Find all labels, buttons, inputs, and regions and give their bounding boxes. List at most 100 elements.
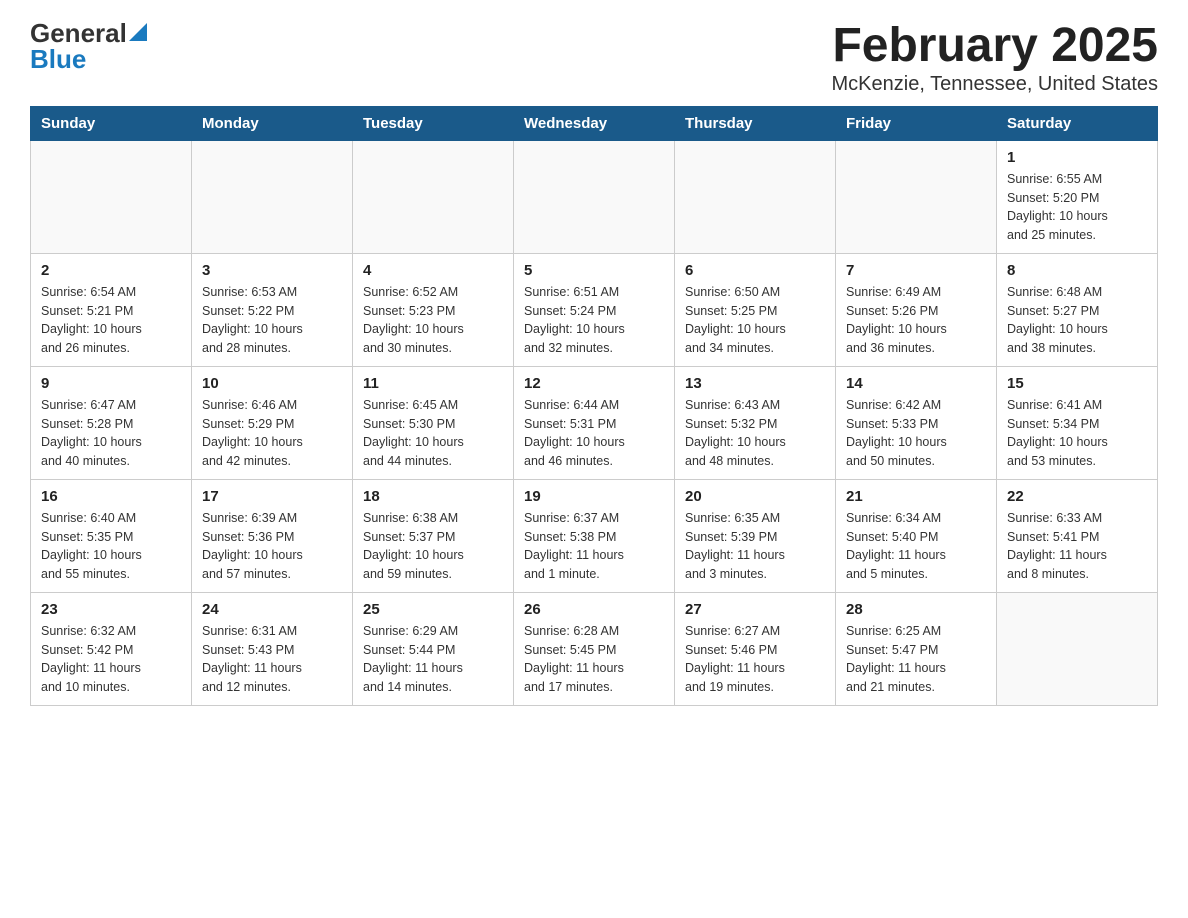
calendar-day: 16 Sunrise: 6:40 AMSunset: 5:35 PMDayligh… [31, 479, 192, 592]
day-number: 22 [1007, 488, 1147, 505]
day-number: 18 [363, 488, 503, 505]
day-number: 21 [846, 488, 986, 505]
day-number: 5 [524, 262, 664, 279]
day-info: Sunrise: 6:49 AMSunset: 5:26 PMDaylight:… [846, 283, 986, 358]
calendar-day: 20Sunrise: 6:35 AMSunset: 5:39 PMDayligh… [675, 479, 836, 592]
day-info: Sunrise: 6:31 AMSunset: 5:43 PMDaylight:… [202, 622, 342, 697]
day-info: Sunrise: 6:29 AMSunset: 5:44 PMDaylight:… [363, 622, 503, 697]
day-number: 25 [363, 601, 503, 618]
calendar-day: 24 Sunrise: 6:31 AMSunset: 5:43 PMDayligh… [192, 592, 353, 705]
calendar-day [836, 140, 997, 253]
day-number: 4 [363, 262, 503, 279]
day-number: 15 [1007, 375, 1147, 392]
day-info: Sunrise: 6:27 AMSunset: 5:46 PMDaylight:… [685, 622, 825, 697]
day-number: 27 [685, 601, 825, 618]
day-number: 16 [41, 488, 181, 505]
calendar-header: SundayMondayTuesdayWednesdayThursdayFrid… [31, 106, 1158, 140]
calendar-day: 19 Sunrise: 6:37 AMSunset: 5:38 PMDayligh… [514, 479, 675, 592]
calendar-day: 22 Sunrise: 6:33 AMSunset: 5:41 PMDayligh… [997, 479, 1158, 592]
calendar-day [353, 140, 514, 253]
logo-blue: Blue [30, 46, 86, 72]
calendar-day [192, 140, 353, 253]
calendar-day: 7 Sunrise: 6:49 AMSunset: 5:26 PMDaylight… [836, 253, 997, 366]
calendar-day: 2Sunrise: 6:54 AMSunset: 5:21 PMDaylight… [31, 253, 192, 366]
day-info: Sunrise: 6:41 AMSunset: 5:34 PMDaylight:… [1007, 396, 1147, 471]
calendar-day: 23Sunrise: 6:32 AMSunset: 5:42 PMDayligh… [31, 592, 192, 705]
calendar-location: McKenzie, Tennessee, United States [832, 73, 1158, 96]
weekday-header-row: SundayMondayTuesdayWednesdayThursdayFrid… [31, 106, 1158, 140]
weekday-header-saturday: Saturday [997, 106, 1158, 140]
logo-general: General [30, 20, 127, 46]
day-info: Sunrise: 6:44 AMSunset: 5:31 PMDaylight:… [524, 396, 664, 471]
calendar-day: 1 Sunrise: 6:55 AMSunset: 5:20 PMDaylight… [997, 140, 1158, 253]
day-info: Sunrise: 6:39 AMSunset: 5:36 PMDaylight:… [202, 509, 342, 584]
calendar-week-1: 1 Sunrise: 6:55 AMSunset: 5:20 PMDaylight… [31, 140, 1158, 253]
calendar-day: 14 Sunrise: 6:42 AMSunset: 5:33 PMDayligh… [836, 366, 997, 479]
calendar-day: 11 Sunrise: 6:45 AMSunset: 5:30 PMDayligh… [353, 366, 514, 479]
weekday-header-tuesday: Tuesday [353, 106, 514, 140]
day-number: 20 [685, 488, 825, 505]
weekday-header-wednesday: Wednesday [514, 106, 675, 140]
calendar-day [514, 140, 675, 253]
day-number: 11 [363, 375, 503, 392]
calendar-week-5: 23Sunrise: 6:32 AMSunset: 5:42 PMDayligh… [31, 592, 1158, 705]
day-info: Sunrise: 6:38 AMSunset: 5:37 PMDaylight:… [363, 509, 503, 584]
calendar-day: 9 Sunrise: 6:47 AMSunset: 5:28 PMDaylight… [31, 366, 192, 479]
calendar-day: 27 Sunrise: 6:27 AMSunset: 5:46 PMDayligh… [675, 592, 836, 705]
day-number: 19 [524, 488, 664, 505]
day-number: 28 [846, 601, 986, 618]
day-info: Sunrise: 6:37 AMSunset: 5:38 PMDaylight:… [524, 509, 664, 584]
day-info: Sunrise: 6:25 AMSunset: 5:47 PMDaylight:… [846, 622, 986, 697]
calendar-body: 1 Sunrise: 6:55 AMSunset: 5:20 PMDaylight… [31, 140, 1158, 705]
calendar-day: 8Sunrise: 6:48 AMSunset: 5:27 PMDaylight… [997, 253, 1158, 366]
day-number: 9 [41, 375, 181, 392]
calendar-week-3: 9 Sunrise: 6:47 AMSunset: 5:28 PMDaylight… [31, 366, 1158, 479]
logo-triangle-icon [129, 23, 147, 41]
weekday-header-friday: Friday [836, 106, 997, 140]
day-info: Sunrise: 6:51 AMSunset: 5:24 PMDaylight:… [524, 283, 664, 358]
weekday-header-sunday: Sunday [31, 106, 192, 140]
day-info: Sunrise: 6:33 AMSunset: 5:41 PMDaylight:… [1007, 509, 1147, 584]
logo: General Blue [30, 20, 147, 72]
day-info: Sunrise: 6:45 AMSunset: 5:30 PMDaylight:… [363, 396, 503, 471]
calendar-day: 10 Sunrise: 6:46 AMSunset: 5:29 PMDayligh… [192, 366, 353, 479]
day-number: 26 [524, 601, 664, 618]
day-number: 7 [846, 262, 986, 279]
calendar-day: 12 Sunrise: 6:44 AMSunset: 5:31 PMDayligh… [514, 366, 675, 479]
day-info: Sunrise: 6:46 AMSunset: 5:29 PMDaylight:… [202, 396, 342, 471]
page-header: General Blue February 2025 McKenzie, Ten… [30, 20, 1158, 96]
calendar-day: 28 Sunrise: 6:25 AMSunset: 5:47 PMDayligh… [836, 592, 997, 705]
day-info: Sunrise: 6:42 AMSunset: 5:33 PMDaylight:… [846, 396, 986, 471]
day-number: 17 [202, 488, 342, 505]
weekday-header-monday: Monday [192, 106, 353, 140]
calendar-week-4: 16 Sunrise: 6:40 AMSunset: 5:35 PMDayligh… [31, 479, 1158, 592]
calendar-day: 21Sunrise: 6:34 AMSunset: 5:40 PMDayligh… [836, 479, 997, 592]
day-number: 24 [202, 601, 342, 618]
day-number: 10 [202, 375, 342, 392]
day-info: Sunrise: 6:47 AMSunset: 5:28 PMDaylight:… [41, 396, 181, 471]
day-info: Sunrise: 6:28 AMSunset: 5:45 PMDaylight:… [524, 622, 664, 697]
calendar-day: 15 Sunrise: 6:41 AMSunset: 5:34 PMDayligh… [997, 366, 1158, 479]
calendar-day: 4Sunrise: 6:52 AMSunset: 5:23 PMDaylight… [353, 253, 514, 366]
day-number: 1 [1007, 149, 1147, 166]
day-number: 14 [846, 375, 986, 392]
calendar-day: 17 Sunrise: 6:39 AMSunset: 5:36 PMDayligh… [192, 479, 353, 592]
day-info: Sunrise: 6:50 AMSunset: 5:25 PMDaylight:… [685, 283, 825, 358]
day-info: Sunrise: 6:55 AMSunset: 5:20 PMDaylight:… [1007, 170, 1147, 245]
weekday-header-thursday: Thursday [675, 106, 836, 140]
calendar-day: 3 Sunrise: 6:53 AMSunset: 5:22 PMDaylight… [192, 253, 353, 366]
day-info: Sunrise: 6:43 AMSunset: 5:32 PMDaylight:… [685, 396, 825, 471]
day-info: Sunrise: 6:40 AMSunset: 5:35 PMDaylight:… [41, 509, 181, 584]
day-info: Sunrise: 6:54 AMSunset: 5:21 PMDaylight:… [41, 283, 181, 358]
day-number: 13 [685, 375, 825, 392]
day-info: Sunrise: 6:48 AMSunset: 5:27 PMDaylight:… [1007, 283, 1147, 358]
calendar-day [997, 592, 1158, 705]
day-info: Sunrise: 6:53 AMSunset: 5:22 PMDaylight:… [202, 283, 342, 358]
calendar-day: 6Sunrise: 6:50 AMSunset: 5:25 PMDaylight… [675, 253, 836, 366]
day-number: 23 [41, 601, 181, 618]
calendar-day [31, 140, 192, 253]
day-number: 12 [524, 375, 664, 392]
calendar-day: 5 Sunrise: 6:51 AMSunset: 5:24 PMDaylight… [514, 253, 675, 366]
day-number: 3 [202, 262, 342, 279]
calendar-title: February 2025 [832, 20, 1158, 73]
